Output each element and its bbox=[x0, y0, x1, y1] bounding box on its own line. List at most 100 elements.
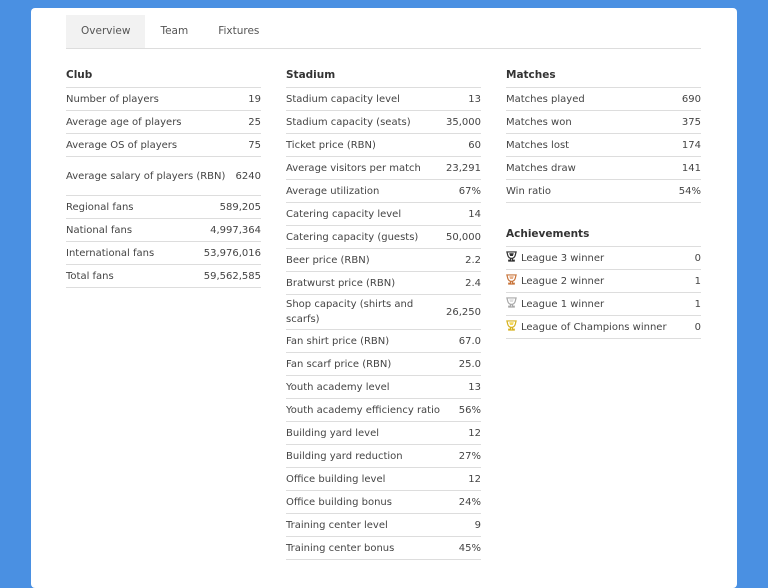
row-label: Average age of players bbox=[66, 116, 182, 128]
row-label: Matches lost bbox=[506, 139, 570, 151]
row-value: 54% bbox=[678, 185, 701, 197]
league-3-trophy-icon bbox=[506, 250, 517, 262]
table-row: Shop capacity (shirts and scarfs) 26,250 bbox=[286, 295, 481, 330]
table-row: Building yard reduction 27% bbox=[286, 445, 481, 468]
row-label: Average salary of players (RBN) bbox=[66, 170, 226, 182]
tab-overview[interactable]: Overview bbox=[66, 15, 146, 48]
row-value: 9 bbox=[474, 519, 481, 531]
row-label: Stadium capacity (seats) bbox=[286, 116, 411, 128]
row-label: Shop capacity (shirts and scarfs) bbox=[286, 299, 414, 325]
table-row: League 2 winner 1 bbox=[506, 270, 701, 293]
row-label: National fans bbox=[66, 224, 133, 236]
table-row: Stadium capacity level 13 bbox=[286, 88, 481, 111]
row-value: 2.2 bbox=[465, 254, 481, 266]
row-value: 141 bbox=[681, 162, 701, 174]
table-row: Average salary of players (RBN) 6240 bbox=[66, 157, 261, 196]
row-value: 27% bbox=[458, 450, 481, 462]
row-label: Building yard reduction bbox=[286, 450, 403, 462]
table-row: Average age of players 25 bbox=[66, 111, 261, 134]
table-row: Bratwurst price (RBN) 2.4 bbox=[286, 272, 481, 295]
row-value: 690 bbox=[681, 93, 701, 105]
table-row: Number of players 19 bbox=[66, 88, 261, 111]
matches-heading: Matches bbox=[506, 66, 701, 88]
row-label: League of Champions winner bbox=[506, 318, 695, 337]
row-value: 35,000 bbox=[446, 116, 481, 128]
row-label: League 1 winner bbox=[506, 295, 695, 314]
row-value: 45% bbox=[458, 542, 481, 554]
row-value: 13 bbox=[468, 93, 481, 105]
row-value: 174 bbox=[681, 139, 701, 151]
league-2-trophy-icon bbox=[506, 273, 517, 285]
row-label: Training center bonus bbox=[286, 542, 395, 554]
league-1-trophy-icon bbox=[506, 296, 517, 308]
row-label: Matches won bbox=[506, 116, 572, 128]
row-value: 26,250 bbox=[446, 306, 481, 318]
row-label: Catering capacity level bbox=[286, 208, 402, 220]
table-row: Office building level 12 bbox=[286, 468, 481, 491]
row-value: 6240 bbox=[235, 170, 261, 182]
row-value: 12 bbox=[468, 427, 481, 439]
row-label: League 3 winner bbox=[506, 249, 695, 268]
row-label: Office building level bbox=[286, 473, 386, 485]
achievement-name: League 3 winner bbox=[521, 252, 605, 264]
row-label: Youth academy level bbox=[286, 381, 390, 393]
table-row: Catering capacity (guests) 50,000 bbox=[286, 226, 481, 249]
table-row: Matches played 690 bbox=[506, 88, 701, 111]
row-label: Building yard level bbox=[286, 427, 380, 439]
table-row: Ticket price (RBN) 60 bbox=[286, 134, 481, 157]
row-label: Regional fans bbox=[66, 201, 134, 213]
table-row: Average OS of players 75 bbox=[66, 134, 261, 157]
row-label: Ticket price (RBN) bbox=[286, 139, 376, 151]
row-label: Average utilization bbox=[286, 185, 380, 197]
table-row: Stadium capacity (seats) 35,000 bbox=[286, 111, 481, 134]
row-label: Youth academy efficiency ratio bbox=[286, 404, 441, 416]
row-value: 12 bbox=[468, 473, 481, 485]
row-label: Matches played bbox=[506, 93, 585, 105]
row-label: Matches draw bbox=[506, 162, 576, 174]
table-row: Average visitors per match 23,291 bbox=[286, 157, 481, 180]
stadium-section: Stadium Stadium capacity level 13 Stadium… bbox=[286, 66, 481, 560]
row-value: 67.0 bbox=[458, 335, 481, 347]
row-value: 25.0 bbox=[458, 358, 481, 370]
achievement-name: League 1 winner bbox=[521, 298, 605, 310]
tab-fixtures[interactable]: Fixtures bbox=[203, 15, 274, 48]
row-label: International fans bbox=[66, 247, 155, 259]
row-value: 24% bbox=[458, 496, 481, 508]
table-row: Fan scarf price (RBN) 25.0 bbox=[286, 353, 481, 376]
tab-bar: Overview Team Fixtures bbox=[66, 15, 701, 49]
tab-team[interactable]: Team bbox=[145, 15, 203, 48]
row-label: Fan scarf price (RBN) bbox=[286, 358, 392, 370]
row-label: Average visitors per match bbox=[286, 162, 421, 174]
table-row: League of Champions winner 0 bbox=[506, 316, 701, 339]
table-row: Matches won 375 bbox=[506, 111, 701, 134]
row-value: 53,976,016 bbox=[203, 247, 261, 259]
row-value: 25 bbox=[248, 116, 261, 128]
table-row: Average utilization 67% bbox=[286, 180, 481, 203]
table-row: Total fans 59,562,585 bbox=[66, 265, 261, 288]
achievement-name: League 2 winner bbox=[521, 275, 605, 287]
matches-section: Matches Matches played 690 Matches won 375… bbox=[506, 66, 701, 339]
row-label: Training center level bbox=[286, 519, 388, 531]
row-value: 75 bbox=[248, 139, 261, 151]
row-label: Fan shirt price (RBN) bbox=[286, 335, 390, 347]
row-label: Win ratio bbox=[506, 185, 552, 197]
row-value: 50,000 bbox=[446, 231, 481, 243]
row-value: 2.4 bbox=[465, 277, 481, 289]
stadium-heading: Stadium bbox=[286, 66, 481, 88]
table-row: Youth academy efficiency ratio 56% bbox=[286, 399, 481, 422]
achievement-name: League of Champions winner bbox=[521, 321, 667, 333]
row-value: 56% bbox=[458, 404, 481, 416]
row-value: 14 bbox=[468, 208, 481, 220]
row-value: 1 bbox=[694, 275, 701, 287]
achievements-heading: Achievements bbox=[506, 225, 701, 247]
club-section: Club Number of players 19 Average age of … bbox=[66, 66, 261, 288]
row-value: 67% bbox=[458, 185, 481, 197]
table-row: League 1 winner 1 bbox=[506, 293, 701, 316]
row-value: 375 bbox=[681, 116, 701, 128]
row-label: Bratwurst price (RBN) bbox=[286, 277, 396, 289]
row-value: 0 bbox=[694, 321, 701, 333]
table-row: Catering capacity level 14 bbox=[286, 203, 481, 226]
table-row: Youth academy level 13 bbox=[286, 376, 481, 399]
row-value: 59,562,585 bbox=[203, 270, 261, 282]
